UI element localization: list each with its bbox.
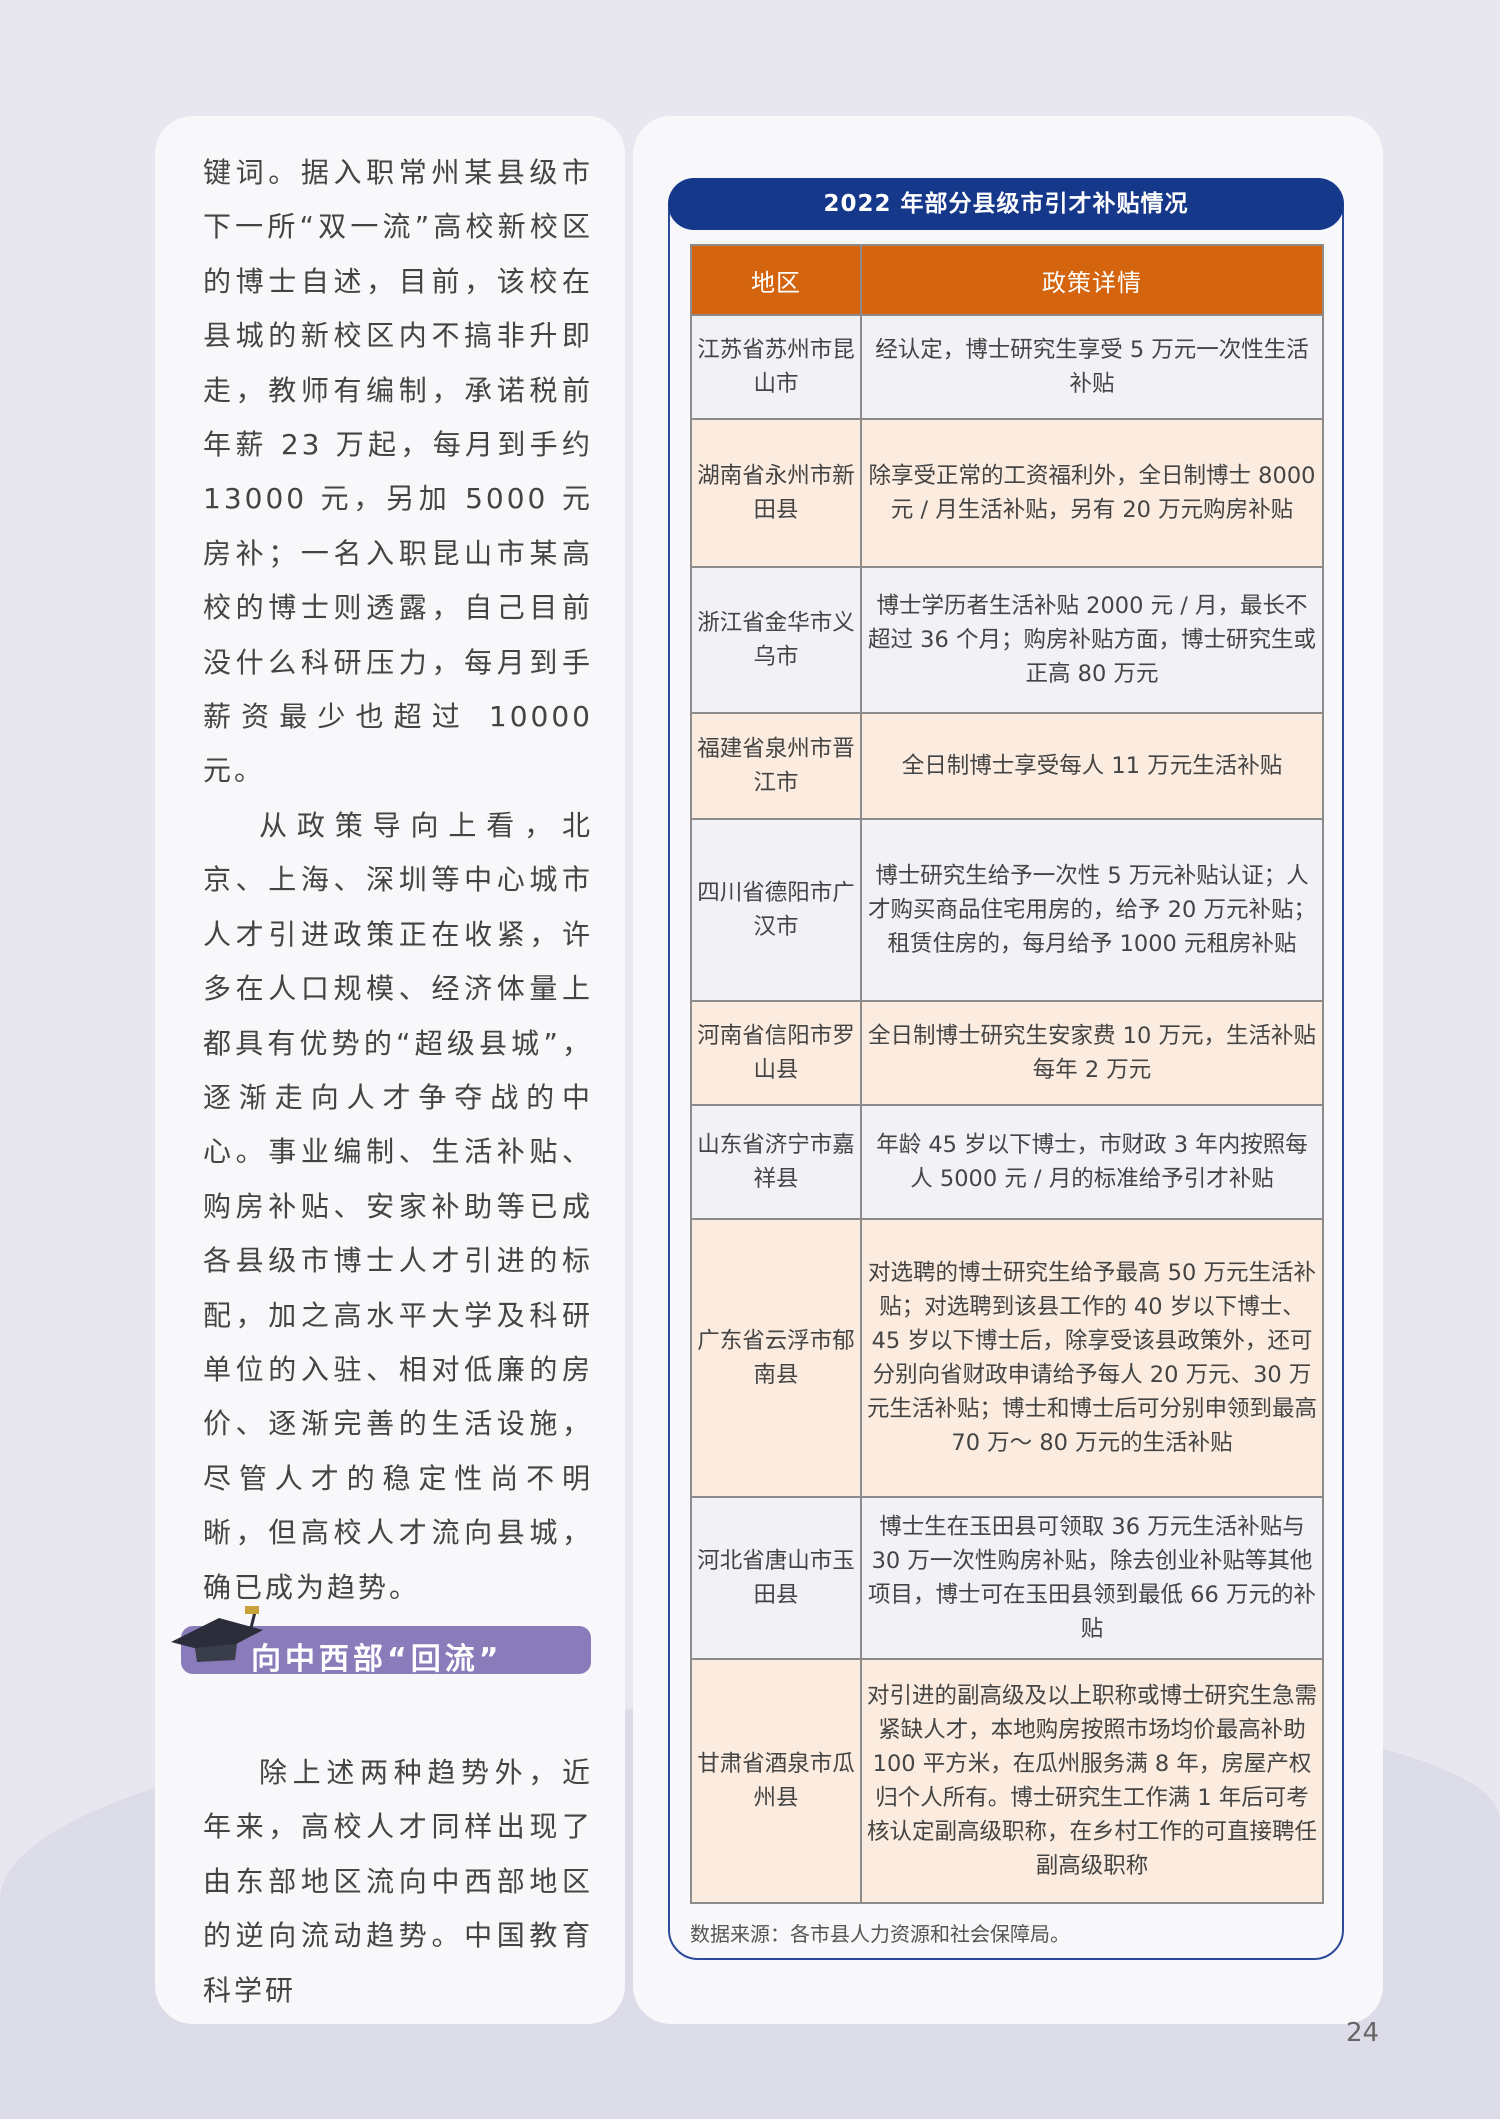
region-cell: 广东省云浮市郁南县 [690, 1218, 862, 1498]
table-row: 河南省信阳市罗山县 全日制博士研究生安家费 10 万元，生活补贴每年 2 万元 [690, 1000, 1324, 1106]
table-row: 四川省德阳市广汉市 博士研究生给予一次性 5 万元补贴认证；人才购买商品住宅用房… [690, 818, 1324, 1002]
policy-cell: 博士生在玉田县可领取 36 万元生活补贴与 30 万一次性购房补贴，除去创业补贴… [860, 1496, 1324, 1660]
policy-cell: 博士研究生给予一次性 5 万元补贴认证；人才购买商品住宅用房的，给予 20 万元… [860, 818, 1324, 1002]
table-row: 广东省云浮市郁南县 对选聘的博士研究生给予最高 50 万元生活补贴；对选聘到该县… [690, 1218, 1324, 1498]
region-cell: 江苏省苏州市昆山市 [690, 314, 862, 420]
paragraph-2: 从政策导向上看，北京、上海、深圳等中心城市人才引进政策正在收紧，许多在人口规模、… [203, 808, 593, 1604]
policy-cell: 年龄 45 岁以下博士，市财政 3 年内按照每人 5000 元 / 月的标准给予… [860, 1104, 1324, 1220]
region-cell: 四川省德阳市广汉市 [690, 818, 862, 1002]
region-cell: 河南省信阳市罗山县 [690, 1000, 862, 1106]
header-region: 地区 [690, 244, 862, 316]
table-row: 河北省唐山市玉田县 博士生在玉田县可领取 36 万元生活补贴与 30 万一次性购… [690, 1496, 1324, 1660]
table-row: 湖南省永州市新田县 除享受正常的工资福利外，全日制博士 8000 元 / 月生活… [690, 418, 1324, 568]
table-row: 浙江省金华市义乌市 博士学历者生活补贴 2000 元 / 月，最长不超过 36 … [690, 566, 1324, 714]
table-row: 福建省泉州市晋江市 全日制博士享受每人 11 万元生活补贴 [690, 712, 1324, 820]
table-header-row: 地区 政策详情 [690, 244, 1324, 316]
policy-cell: 除享受正常的工资福利外，全日制博士 8000 元 / 月生活补贴，另有 20 万… [860, 418, 1324, 568]
policy-cell: 博士学历者生活补贴 2000 元 / 月，最长不超过 36 个月；购房补贴方面，… [860, 566, 1324, 714]
policy-cell: 经认定，博士研究生享受 5 万元一次性生活补贴 [860, 314, 1324, 420]
region-cell: 甘肃省酒泉市瓜州县 [690, 1658, 862, 1904]
table-row: 甘肃省酒泉市瓜州县 对引进的副高级及以上职称或博士研究生急需紧缺人才，本地购房按… [690, 1658, 1324, 1904]
table-row: 江苏省苏州市昆山市 经认定，博士研究生享受 5 万元一次性生活补贴 [690, 314, 1324, 420]
article-text-top: 键词。据入职常州某县级市下一所“双一流”高校新校区的博士自述，目前，该校在县城的… [203, 146, 593, 1615]
data-source-note: 数据来源：各市县人力资源和社会保障局。 [690, 1922, 1070, 1946]
paragraph-3: 除上述两种趋势外，近年来，高校人才同样出现了由东部地区流向中西部地区的逆向流动趋… [203, 1756, 593, 2007]
policy-cell: 全日制博士研究生安家费 10 万元，生活补贴每年 2 万元 [860, 1000, 1324, 1106]
table-row: 山东省济宁市嘉祥县 年龄 45 岁以下博士，市财政 3 年内按照每人 5000 … [690, 1104, 1324, 1220]
paragraph-1: 键词。据入职常州某县级市下一所“双一流”高校新校区的博士自述，目前，该校在县城的… [203, 156, 593, 788]
region-cell: 山东省济宁市嘉祥县 [690, 1104, 862, 1220]
left-text-panel: 键词。据入职常州某县级市下一所“双一流”高校新校区的博士自述，目前，该校在县城的… [155, 116, 625, 2024]
section-title: 向中西部“回流” [251, 1642, 503, 1677]
region-cell: 浙江省金华市义乌市 [690, 566, 862, 714]
policy-cell: 对选聘的博士研究生给予最高 50 万元生活补贴；对选聘到该县工作的 40 岁以下… [860, 1218, 1324, 1498]
section-heading: 向中西部“回流” [171, 1606, 601, 1677]
subsidy-table-box: 2022 年部分县级市引才补贴情况 地区 政策详情 江苏省苏州市昆山市 经认定，… [668, 178, 1344, 1960]
subsidy-table: 地区 政策详情 江苏省苏州市昆山市 经认定，博士研究生享受 5 万元一次性生活补… [690, 244, 1324, 1904]
region-cell: 福建省泉州市晋江市 [690, 712, 862, 820]
table-title: 2022 年部分县级市引才补贴情况 [668, 178, 1344, 230]
region-cell: 湖南省永州市新田县 [690, 418, 862, 568]
page-number: 24 [1346, 2018, 1380, 2048]
policy-cell: 全日制博士享受每人 11 万元生活补贴 [860, 712, 1324, 820]
region-cell: 河北省唐山市玉田县 [690, 1496, 862, 1660]
header-policy: 政策详情 [860, 244, 1324, 316]
policy-cell: 对引进的副高级及以上职称或博士研究生急需紧缺人才，本地购房按照市场均价最高补助 … [860, 1658, 1324, 1904]
